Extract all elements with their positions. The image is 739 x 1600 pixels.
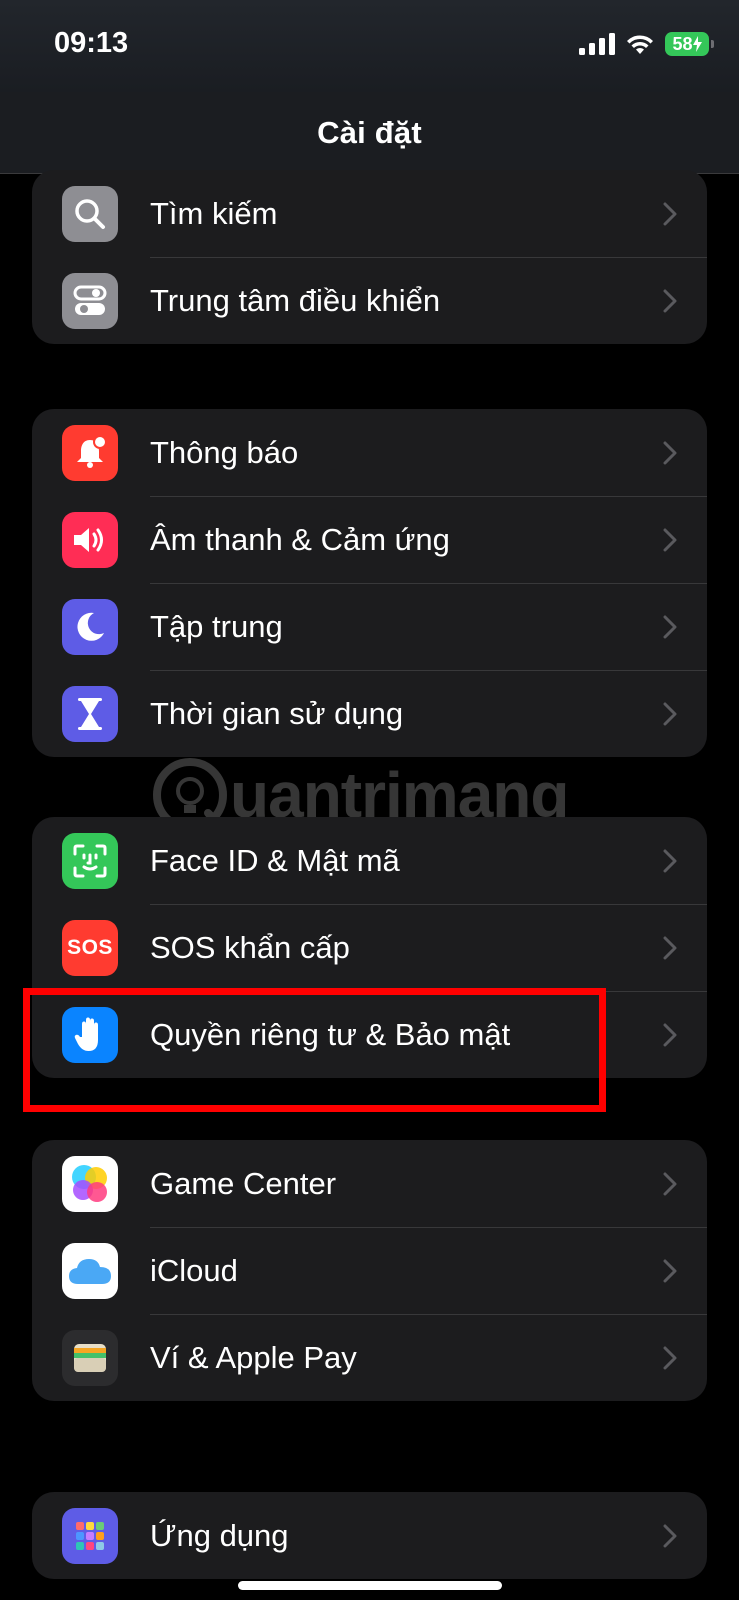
settings-row-wallet[interactable]: Ví & Apple Pay (32, 1314, 707, 1401)
chevron-right-icon (663, 1346, 677, 1369)
face-id-icon (62, 832, 118, 889)
settings-row-label: Tìm kiếm (150, 195, 278, 231)
settings-row-emergency-sos[interactable]: SOS SOS khẩn cấp (32, 904, 707, 991)
hourglass-icon (62, 685, 118, 742)
charging-bolt-icon (692, 36, 702, 52)
settings-row-label: Face ID & Mật mã (150, 842, 400, 878)
settings-group-notifications: Thông báo Âm thanh & Cảm ứng Tập trung T… (32, 409, 707, 757)
chevron-right-icon (663, 936, 677, 959)
settings-row-screen-time[interactable]: Thời gian sử dụng (32, 670, 707, 757)
settings-row-label: Ví & Apple Pay (150, 1339, 357, 1375)
icloud-icon (62, 1242, 118, 1299)
settings-row-label: iCloud (150, 1252, 238, 1288)
settings-row-focus[interactable]: Tập trung (32, 583, 707, 670)
sos-icon-text: SOS (67, 935, 113, 959)
status-time: 09:13 (54, 27, 129, 59)
chevron-right-icon (663, 702, 677, 725)
signal-icon (579, 33, 615, 55)
chevron-right-icon (663, 441, 677, 464)
chevron-right-icon (663, 1524, 677, 1547)
settings-group-apps: Ứng dụng (32, 1492, 707, 1579)
settings-row-apps[interactable]: Ứng dụng (32, 1492, 707, 1579)
highlight-box (23, 988, 606, 1112)
settings-row-notifications[interactable]: Thông báo (32, 409, 707, 496)
chevron-right-icon (663, 1172, 677, 1195)
wallet-icon (62, 1329, 118, 1386)
settings-row-game-center[interactable]: Game Center (32, 1140, 707, 1227)
chevron-right-icon (663, 1023, 677, 1046)
sos-icon: SOS (62, 919, 118, 976)
navigation-bar: Cài đặt (0, 92, 739, 174)
sound-icon (62, 511, 118, 568)
chevron-right-icon (663, 849, 677, 872)
control-center-icon (62, 272, 118, 329)
battery-indicator: 58 (665, 32, 714, 56)
settings-row-sound[interactable]: Âm thanh & Cảm ứng (32, 496, 707, 583)
settings-group-services: Game Center iCloud Ví & Apple Pay (32, 1140, 707, 1401)
settings-row-label: SOS khẩn cấp (150, 929, 350, 965)
notifications-icon (62, 424, 118, 481)
settings-row-search[interactable]: Tìm kiếm (32, 170, 707, 257)
chevron-right-icon (663, 1259, 677, 1282)
chevron-right-icon (663, 615, 677, 638)
settings-row-control-center[interactable]: Trung tâm điều khiển (32, 257, 707, 344)
game-center-icon (62, 1155, 118, 1212)
status-icons: 58 (579, 32, 714, 56)
wifi-icon (627, 35, 653, 54)
search-icon (62, 185, 118, 242)
settings-row-label: Âm thanh & Cảm ứng (150, 521, 450, 557)
home-indicator[interactable] (238, 1581, 502, 1590)
settings-row-label: Thông báo (150, 434, 299, 470)
page-title: Cài đặt (317, 114, 422, 150)
chevron-right-icon (663, 202, 677, 225)
apps-icon (62, 1507, 118, 1564)
settings-row-icloud[interactable]: iCloud (32, 1227, 707, 1314)
focus-moon-icon (62, 598, 118, 655)
settings-row-label: Trung tâm điều khiển (150, 282, 441, 318)
settings-row-face-id[interactable]: Face ID & Mật mã (32, 817, 707, 904)
settings-row-label: Ứng dụng (150, 1517, 289, 1553)
chevron-right-icon (663, 528, 677, 551)
settings-row-label: Tập trung (150, 608, 283, 644)
settings-row-label: Thời gian sử dụng (150, 695, 404, 731)
settings-row-label: Game Center (150, 1165, 337, 1201)
chevron-right-icon (663, 289, 677, 312)
battery-level: 58 (672, 33, 693, 54)
settings-group-search: Tìm kiếm Trung tâm điều khiển (32, 170, 707, 344)
status-bar: 09:13 58 (0, 0, 739, 92)
